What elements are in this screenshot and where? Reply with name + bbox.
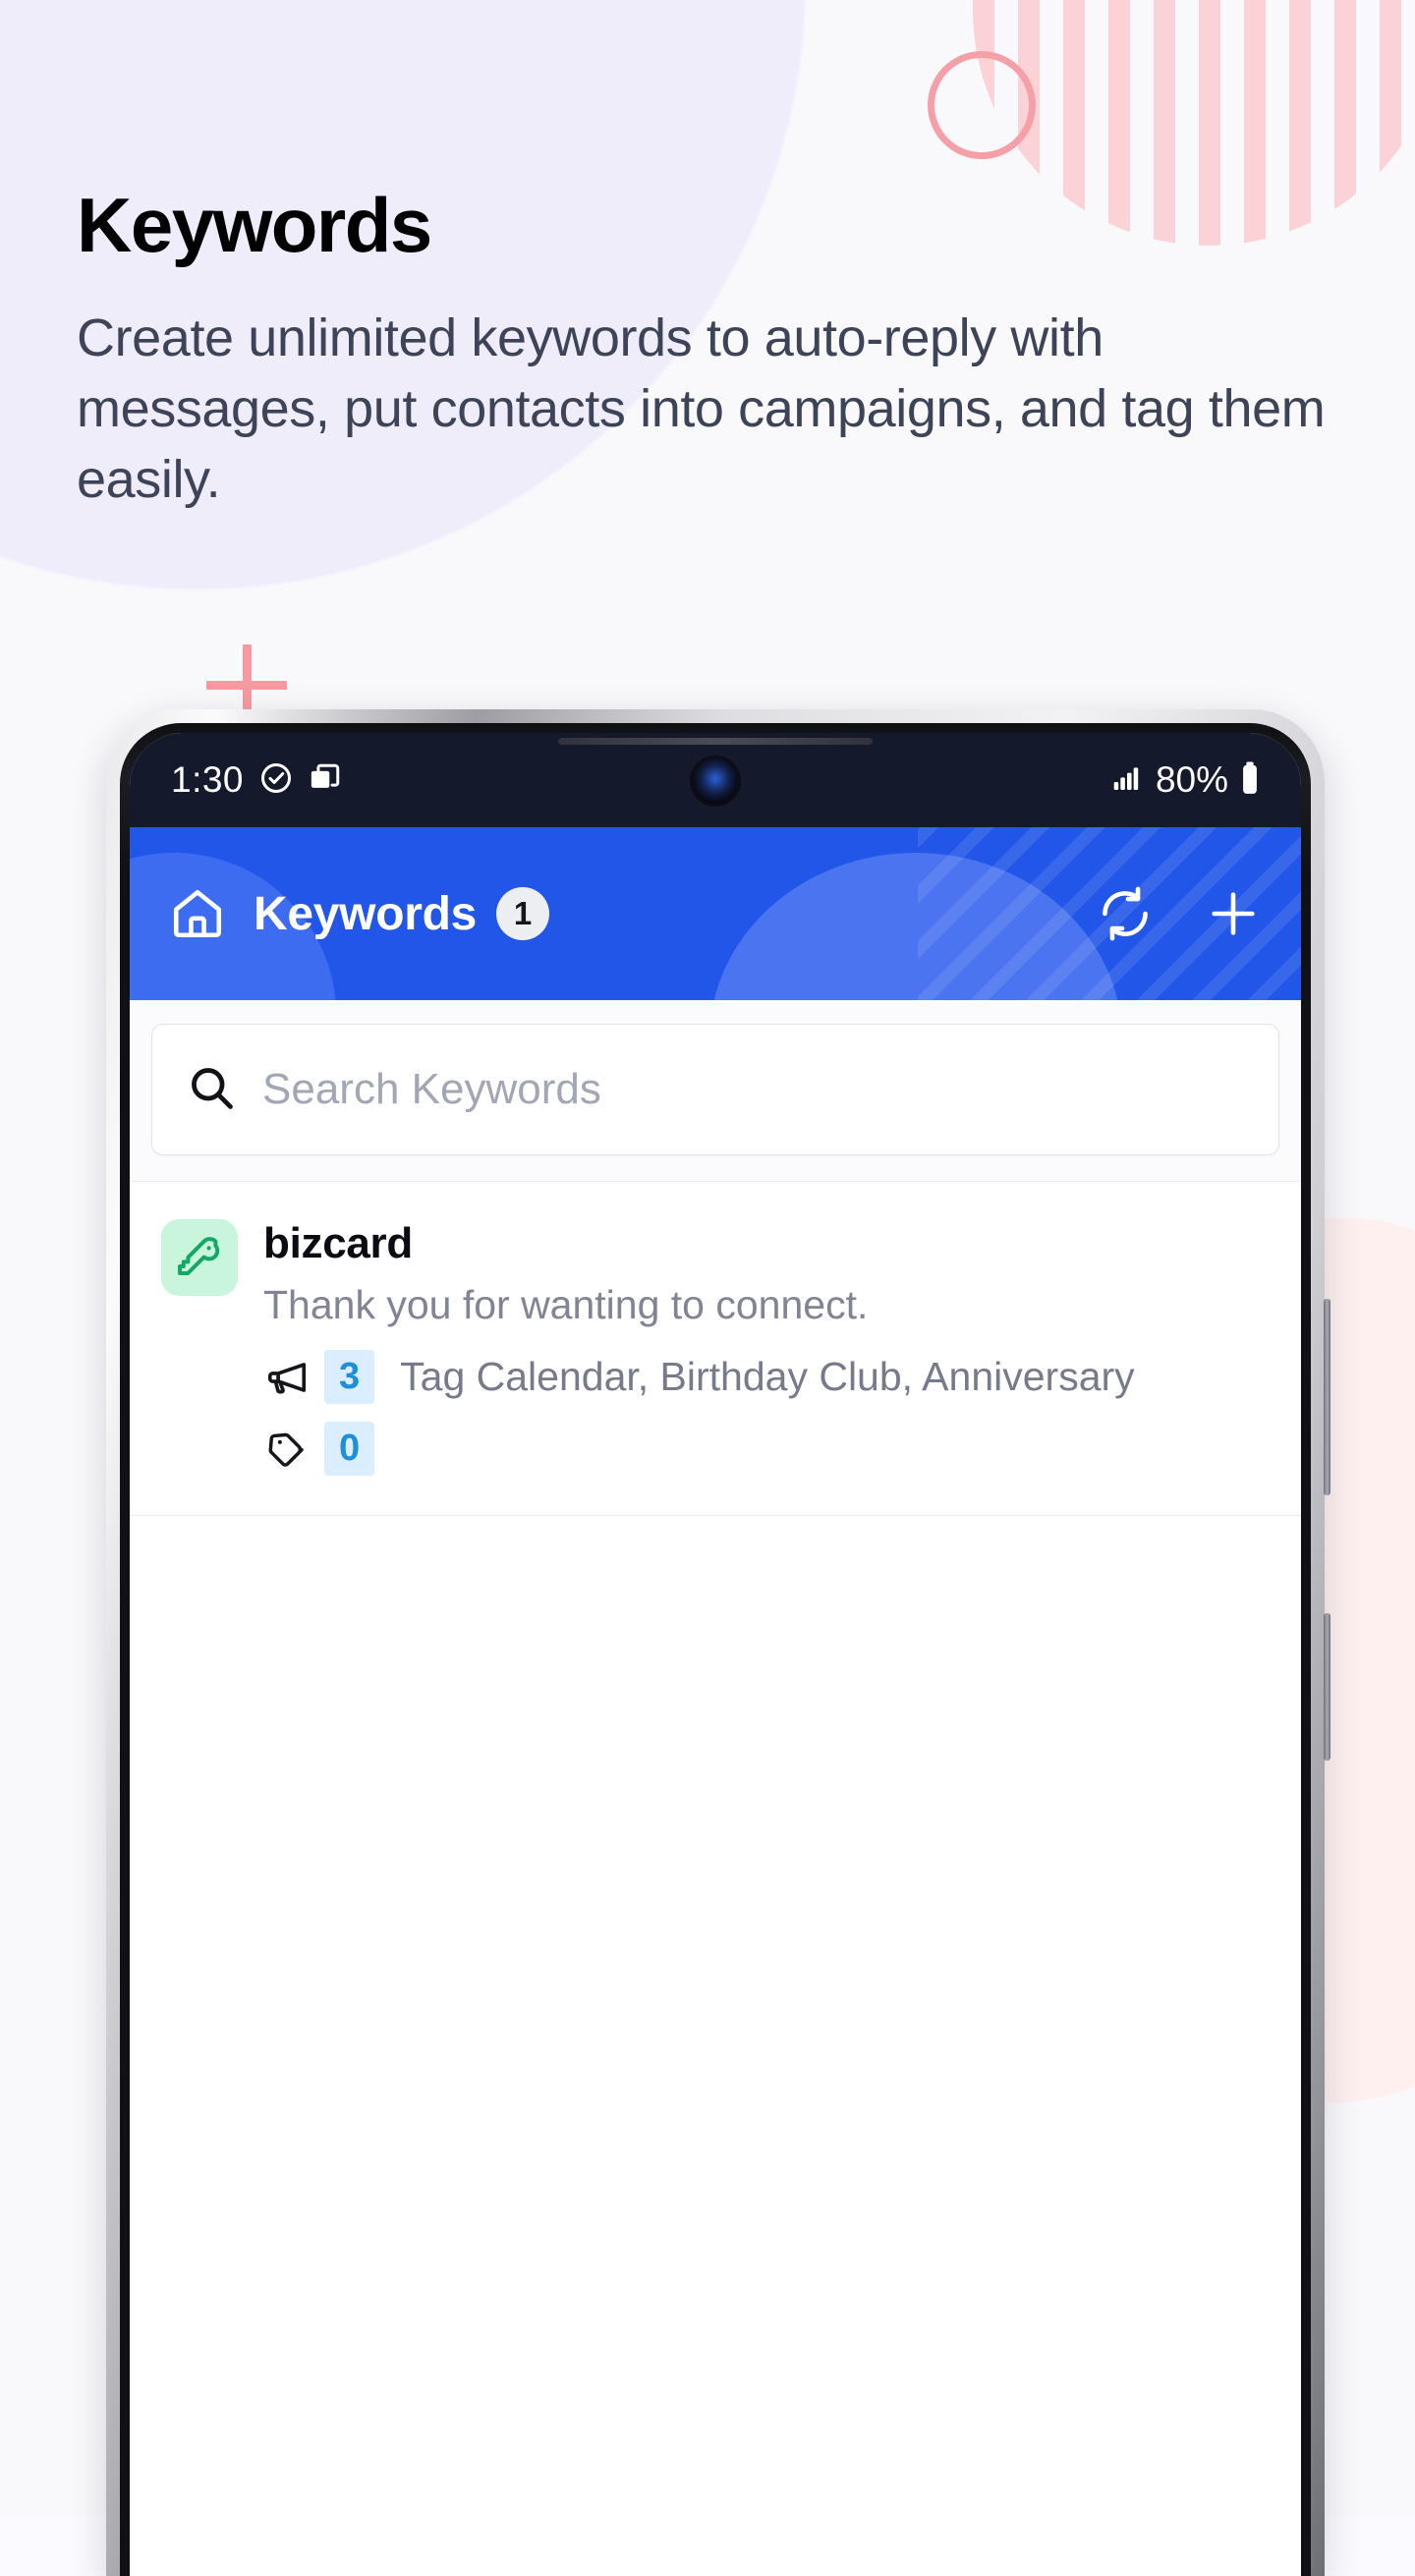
app-bar-title: Keywords xyxy=(254,887,478,940)
promo-text-block: Keywords Create unlimited keywords to au… xyxy=(77,182,1344,516)
search-icon xyxy=(186,1062,237,1118)
copy-windows-icon xyxy=(309,761,342,800)
keyword-list: bizcard Thank you for wanting to connect… xyxy=(130,1182,1301,2499)
earpiece-speaker xyxy=(558,738,873,745)
status-time: 1:30 xyxy=(171,759,245,800)
keyword-count-badge: 1 xyxy=(496,887,550,940)
campaign-names: Tag Calendar, Birthday Club, Anniversary xyxy=(400,1354,1135,1400)
check-circle-icon xyxy=(258,760,294,801)
signal-bars-icon xyxy=(1110,762,1144,799)
keyword-details: bizcard Thank you for wanting to connect… xyxy=(263,1217,1270,1477)
tag-icon xyxy=(263,1428,311,1471)
phone-volume-button[interactable] xyxy=(1324,1299,1330,1495)
key-icon xyxy=(161,1219,238,1296)
campaigns-row: 3 Tag Calendar, Birthday Club, Anniversa… xyxy=(263,1350,1270,1405)
empty-list-area xyxy=(130,1516,1301,2499)
campaign-count: 3 xyxy=(324,1350,375,1405)
search-input[interactable]: Search Keywords xyxy=(151,1024,1279,1155)
battery-icon xyxy=(1240,760,1260,801)
page-subtitle: Create unlimited keywords to auto-reply … xyxy=(77,308,1326,510)
phone-power-button[interactable] xyxy=(1324,1613,1330,1761)
pink-ring-decoration xyxy=(928,51,1036,159)
sync-refresh-icon[interactable] xyxy=(1097,885,1154,942)
battery-percent-label: 80% xyxy=(1155,759,1228,800)
home-icon[interactable] xyxy=(169,885,226,942)
search-placeholder: Search Keywords xyxy=(262,1065,601,1113)
list-item[interactable]: bizcard Thank you for wanting to connect… xyxy=(130,1182,1301,1517)
app-header-content: Keywords 1 xyxy=(169,885,1262,942)
tag-count: 0 xyxy=(324,1422,375,1477)
status-bar: 1:30 80% xyxy=(130,733,1301,827)
keyword-description: Thank you for wanting to connect. xyxy=(263,1282,869,1327)
keyword-name: bizcard xyxy=(263,1219,413,1267)
megaphone-icon xyxy=(263,1355,311,1400)
tags-row: 0 xyxy=(263,1422,1270,1477)
status-bar-right: 80% xyxy=(1110,759,1260,801)
search-section: Search Keywords xyxy=(130,1000,1301,1182)
front-camera-punchhole xyxy=(693,758,738,804)
phone-mockup: 1:30 80% Keywords 1 Search Keywords bizc… xyxy=(106,709,1330,2576)
app-bar-actions xyxy=(1097,885,1262,942)
plus-icon[interactable] xyxy=(1205,885,1262,942)
status-bar-left: 1:30 xyxy=(171,759,342,801)
phone-screen: 1:30 80% Keywords 1 Search Keywords bizc… xyxy=(130,733,1301,2576)
app-header-bar: Keywords 1 xyxy=(130,827,1301,1000)
page-title: Keywords xyxy=(77,182,432,268)
